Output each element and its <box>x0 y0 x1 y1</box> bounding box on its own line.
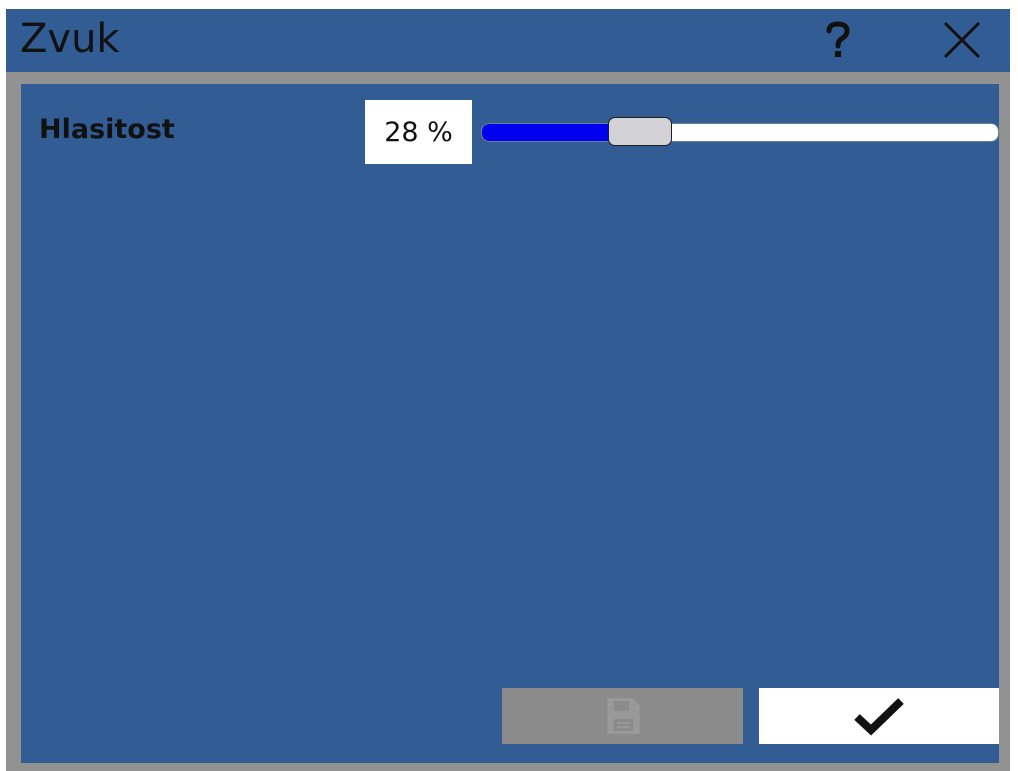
volume-label: Hlasitost <box>39 114 175 145</box>
close-button[interactable] <box>934 15 990 65</box>
sound-dialog: Zvuk Hlasitost 28 % <box>6 9 1010 771</box>
volume-slider-thumb[interactable] <box>607 117 672 146</box>
volume-slider[interactable] <box>481 117 999 146</box>
volume-value: 28 % <box>365 100 472 164</box>
title-bar: Zvuk <box>6 9 1010 72</box>
volume-slider-track <box>481 123 999 142</box>
save-icon <box>605 697 641 735</box>
help-button[interactable] <box>814 15 862 65</box>
checkmark-icon <box>853 696 905 736</box>
save-button[interactable] <box>502 688 743 744</box>
question-mark-icon <box>823 20 853 60</box>
dialog-content: Hlasitost 28 % <box>21 84 999 763</box>
confirm-button[interactable] <box>759 688 999 744</box>
close-icon <box>942 20 982 60</box>
dialog-title: Zvuk <box>20 16 120 62</box>
